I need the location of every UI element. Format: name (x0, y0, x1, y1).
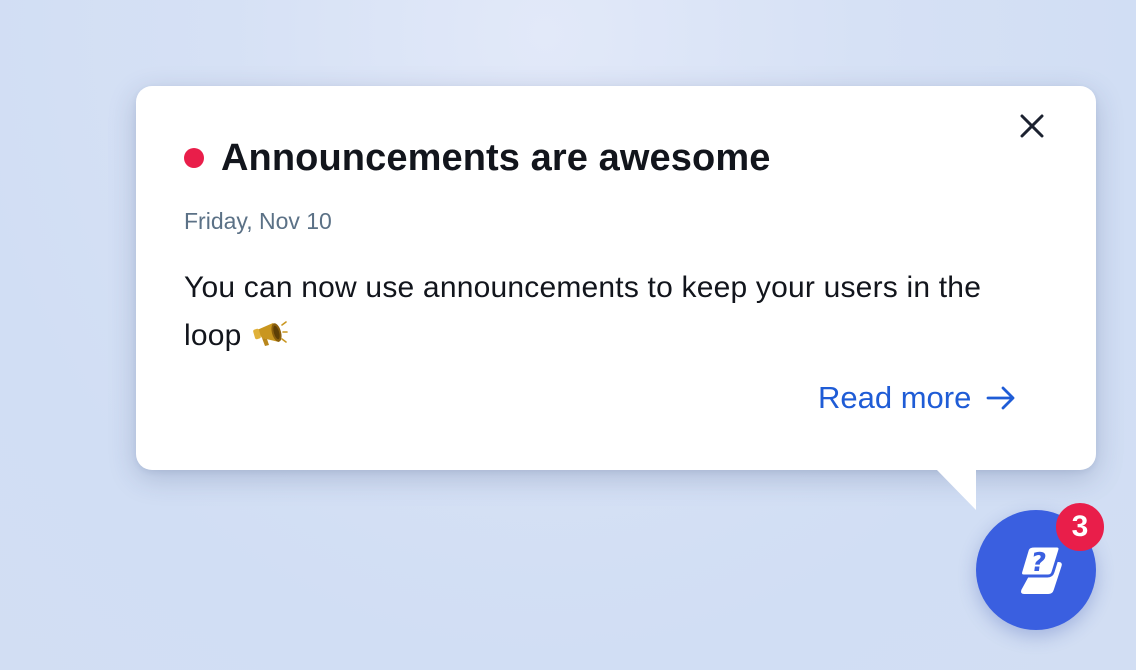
close-button[interactable] (1016, 110, 1048, 142)
unread-indicator (184, 148, 204, 168)
close-icon (1020, 114, 1044, 138)
help-chat-icon: ? (1018, 544, 1062, 594)
read-more-link[interactable]: Read more (818, 376, 1017, 420)
announcement-title: Announcements are awesome (221, 136, 771, 179)
announcement-body-text: You can now use announcements to keep yo… (184, 271, 982, 352)
notification-count-badge: 3 (1056, 503, 1104, 551)
announcement-date: Friday, Nov 10 (184, 208, 332, 234)
announcement-body: You can now use announcements to keep yo… (184, 264, 1034, 360)
megaphone-icon (253, 321, 288, 346)
announcement-header: Announcements are awesome (184, 134, 770, 182)
arrow-right-icon (985, 382, 1017, 414)
read-more-label: Read more (818, 380, 972, 415)
announcement-card-pointer (936, 469, 976, 510)
